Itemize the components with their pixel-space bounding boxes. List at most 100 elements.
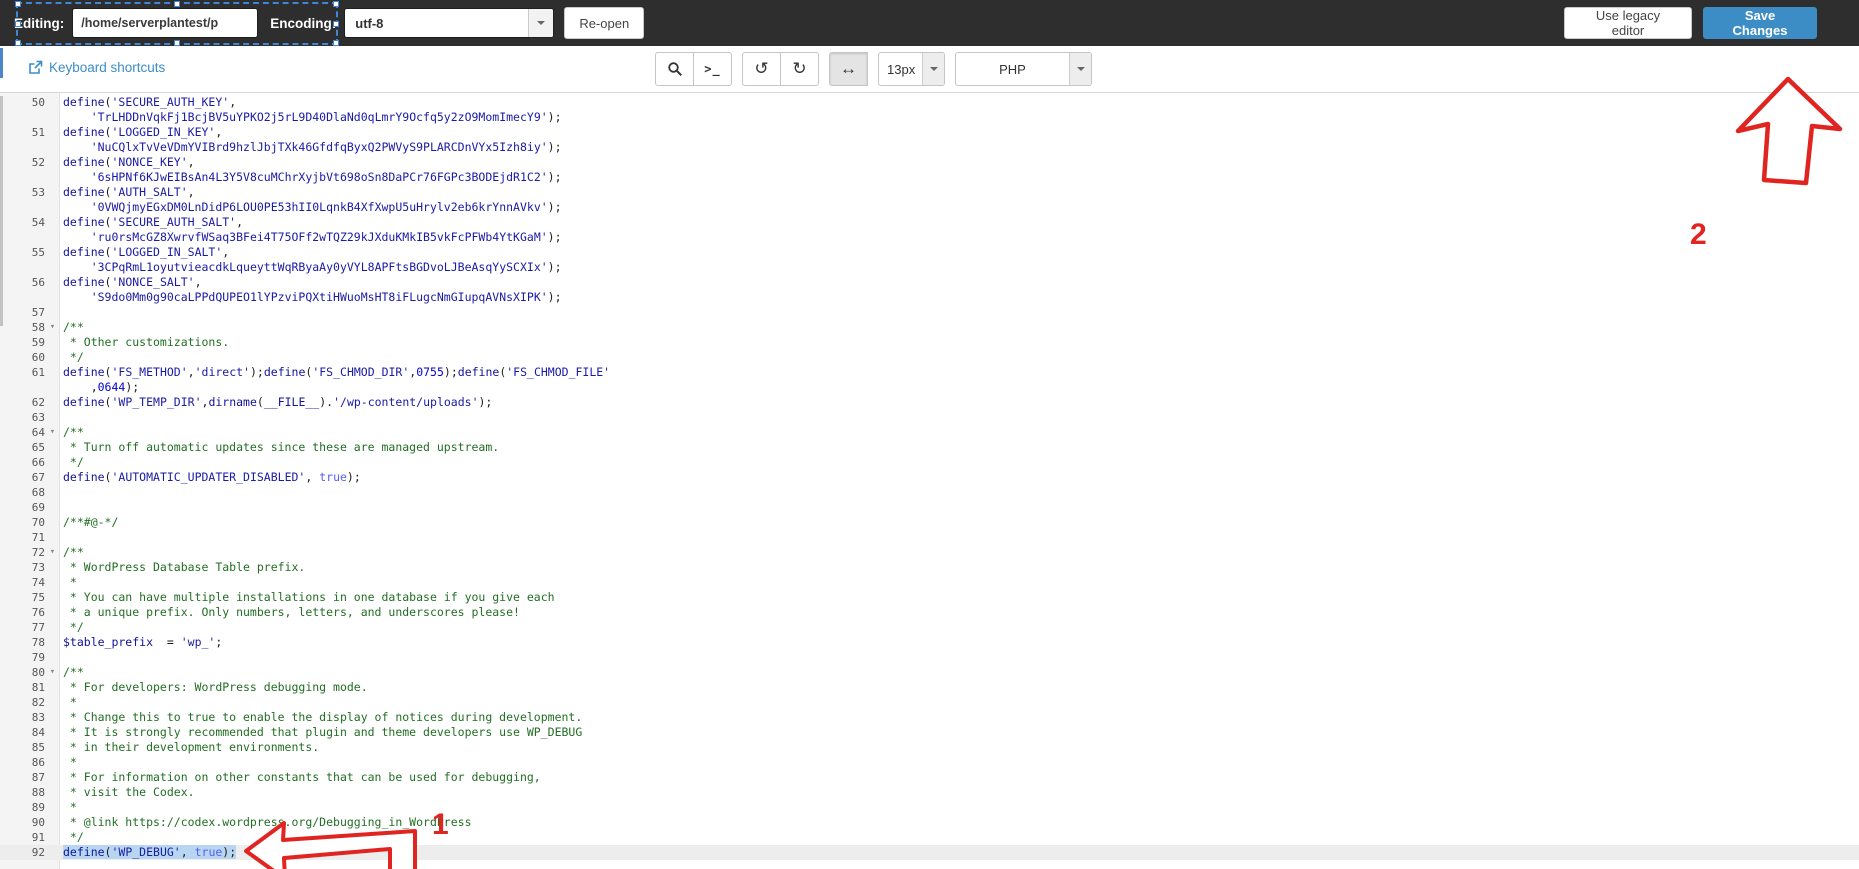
code-text[interactable]: /** xyxy=(60,425,84,440)
code-line[interactable]: 81 * For developers: WordPress debugging… xyxy=(0,680,1859,695)
code-line[interactable]: 92 define('WP_DEBUG', true); xyxy=(0,845,1859,860)
code-line[interactable]: '6sHPNf6KJwEIBsAn4L3Y5V8cuMChrXyjbVt698o… xyxy=(0,170,1859,185)
line-number[interactable]: 91 xyxy=(0,830,60,845)
code-text[interactable]: */ xyxy=(60,350,84,365)
line-number[interactable]: 88 xyxy=(0,785,60,800)
code-line[interactable]: 84 * It is strongly recommended that plu… xyxy=(0,725,1859,740)
code-text[interactable]: * Change this to true to enable the disp… xyxy=(60,710,582,725)
line-number[interactable]: 90 xyxy=(0,815,60,830)
word-wrap-button[interactable]: ↔ xyxy=(829,52,868,86)
code-line[interactable]: 70/**#@-*/ xyxy=(0,515,1859,530)
file-path-input[interactable] xyxy=(72,8,259,38)
code-text[interactable]: */ xyxy=(60,620,84,635)
font-size-select[interactable]: 13px xyxy=(878,52,945,86)
line-number[interactable] xyxy=(0,170,60,185)
undo-button[interactable]: ↺ xyxy=(742,52,781,86)
line-number[interactable]: 81 xyxy=(0,680,60,695)
syntax-mode-select[interactable]: PHP xyxy=(955,52,1092,86)
code-line[interactable]: 80 ▾/** xyxy=(0,665,1859,680)
terminal-button[interactable]: >_ xyxy=(693,52,732,86)
code-text[interactable] xyxy=(60,650,63,665)
line-number[interactable]: 84 xyxy=(0,725,60,740)
code-line[interactable]: 60 */ xyxy=(0,350,1859,365)
line-number[interactable]: 78 xyxy=(0,635,60,650)
line-number[interactable]: 85 xyxy=(0,740,60,755)
code-line[interactable]: 86 * xyxy=(0,755,1859,770)
code-line[interactable]: 83 * Change this to true to enable the d… xyxy=(0,710,1859,725)
code-text[interactable]: * Other customizations. xyxy=(60,335,229,350)
code-line[interactable]: 76 * a unique prefix. Only numbers, lett… xyxy=(0,605,1859,620)
line-number[interactable]: 92 xyxy=(0,845,60,860)
code-line[interactable]: 51 define('LOGGED_IN_KEY', xyxy=(0,125,1859,140)
line-number[interactable] xyxy=(0,290,60,305)
code-text[interactable]: /** xyxy=(60,545,84,560)
code-text[interactable]: */ xyxy=(60,830,84,845)
code-line[interactable]: 61 define('FS_METHOD','direct');define('F… xyxy=(0,365,1859,380)
code-line[interactable]: 75 * You can have multiple installations… xyxy=(0,590,1859,605)
code-line[interactable]: 'S9do0Mm0g90caLPPdQUPEO1lYPzviPQXtiHWuoM… xyxy=(0,290,1859,305)
line-number[interactable]: 79 xyxy=(0,650,60,665)
code-text[interactable]: define('AUTOMATIC_UPDATER_DISABLED', tru… xyxy=(60,470,361,485)
code-text[interactable] xyxy=(60,530,63,545)
fold-arrow-icon[interactable]: ▾ xyxy=(45,545,60,560)
code-text[interactable]: '3CPqRmL1oyutvieacdkLqueyttWqRByaAy0yVYL… xyxy=(60,260,562,275)
code-text[interactable]: define('FS_METHOD','direct');define('FS_… xyxy=(60,365,610,380)
code-text[interactable]: define('LOGGED_IN_SALT', xyxy=(60,245,229,260)
code-line[interactable]: 72 ▾/** xyxy=(0,545,1859,560)
code-line[interactable]: 69 xyxy=(0,500,1859,515)
code-line[interactable]: 66 */ xyxy=(0,455,1859,470)
code-text[interactable]: 'NuCQlxTvVeVDmYVIBrd9hzlJbjTXk46GfdfqByx… xyxy=(60,140,562,155)
code-text[interactable]: * xyxy=(60,755,77,770)
code-line[interactable]: 62 define('WP_TEMP_DIR',dirname(__FILE__)… xyxy=(0,395,1859,410)
line-number[interactable]: 54 xyxy=(0,215,60,230)
code-line[interactable]: 65 * Turn off automatic updates since th… xyxy=(0,440,1859,455)
reopen-button[interactable]: Re-open xyxy=(564,7,645,39)
code-text[interactable]: * in their development environments. xyxy=(60,740,319,755)
code-text[interactable]: '0VWQjmyEGxDM0LnDidP6LOU0PE53hII0LqnkB4X… xyxy=(60,200,562,215)
code-text[interactable]: '6sHPNf6KJwEIBsAn4L3Y5V8cuMChrXyjbVt698o… xyxy=(60,170,562,185)
line-number[interactable] xyxy=(0,380,60,395)
code-line[interactable]: 82 * xyxy=(0,695,1859,710)
line-number[interactable]: 83 xyxy=(0,710,60,725)
code-text[interactable]: define('LOGGED_IN_KEY', xyxy=(60,125,222,140)
code-line[interactable]: 63 xyxy=(0,410,1859,425)
line-number[interactable]: 75 xyxy=(0,590,60,605)
line-number[interactable]: 82 xyxy=(0,695,60,710)
fold-arrow-icon[interactable]: ▾ xyxy=(45,320,60,335)
code-text[interactable]: define('AUTH_SALT', xyxy=(60,185,195,200)
code-line[interactable]: 67 define('AUTOMATIC_UPDATER_DISABLED', t… xyxy=(0,470,1859,485)
line-number[interactable]: 65 xyxy=(0,440,60,455)
line-number[interactable]: 70 xyxy=(0,515,60,530)
code-text[interactable]: /** xyxy=(60,320,84,335)
line-number[interactable]: 59 xyxy=(0,335,60,350)
code-text[interactable]: * visit the Codex. xyxy=(60,785,195,800)
line-number[interactable]: 68 xyxy=(0,485,60,500)
code-text[interactable]: * WordPress Database Table prefix. xyxy=(60,560,305,575)
code-line[interactable]: 64 ▾/** xyxy=(0,425,1859,440)
line-number[interactable]: 63 xyxy=(0,410,60,425)
line-number[interactable]: 52 xyxy=(0,155,60,170)
code-text[interactable]: define('NONCE_SALT', xyxy=(60,275,202,290)
line-number[interactable]: 50 xyxy=(0,95,60,110)
code-line[interactable]: 58 ▾/** xyxy=(0,320,1859,335)
code-line[interactable]: 68 xyxy=(0,485,1859,500)
code-line[interactable]: 'ru0rsMcGZ8XwrvfWSaq3BFei4T75OFf2wTQZ29k… xyxy=(0,230,1859,245)
code-text[interactable]: $table_prefix = 'wp_'; xyxy=(60,635,222,650)
line-number[interactable]: 73 xyxy=(0,560,60,575)
search-button[interactable] xyxy=(655,52,694,86)
keyboard-shortcuts-link[interactable]: Keyboard shortcuts xyxy=(28,60,165,75)
code-line[interactable]: 56 define('NONCE_SALT', xyxy=(0,275,1859,290)
code-text[interactable]: 'TrLHDDnVqkFj1BcjBV5uYPKO2j5rL9D40DlaNd0… xyxy=(60,110,562,125)
line-number[interactable]: 86 xyxy=(0,755,60,770)
line-number[interactable]: 55 xyxy=(0,245,60,260)
code-line[interactable]: 91 */ xyxy=(0,830,1859,845)
line-number[interactable]: 74 xyxy=(0,575,60,590)
code-line[interactable]: 73 * WordPress Database Table prefix. xyxy=(0,560,1859,575)
code-line[interactable]: 53 define('AUTH_SALT', xyxy=(0,185,1859,200)
code-line[interactable]: 52 define('NONCE_KEY', xyxy=(0,155,1859,170)
line-number[interactable]: 53 xyxy=(0,185,60,200)
line-number[interactable]: 87 xyxy=(0,770,60,785)
code-line[interactable]: 87 * For information on other constants … xyxy=(0,770,1859,785)
code-text[interactable]: 'S9do0Mm0g90caLPPdQUPEO1lYPzviPQXtiHWuoM… xyxy=(60,290,562,305)
code-line[interactable]: '0VWQjmyEGxDM0LnDidP6LOU0PE53hII0LqnkB4X… xyxy=(0,200,1859,215)
